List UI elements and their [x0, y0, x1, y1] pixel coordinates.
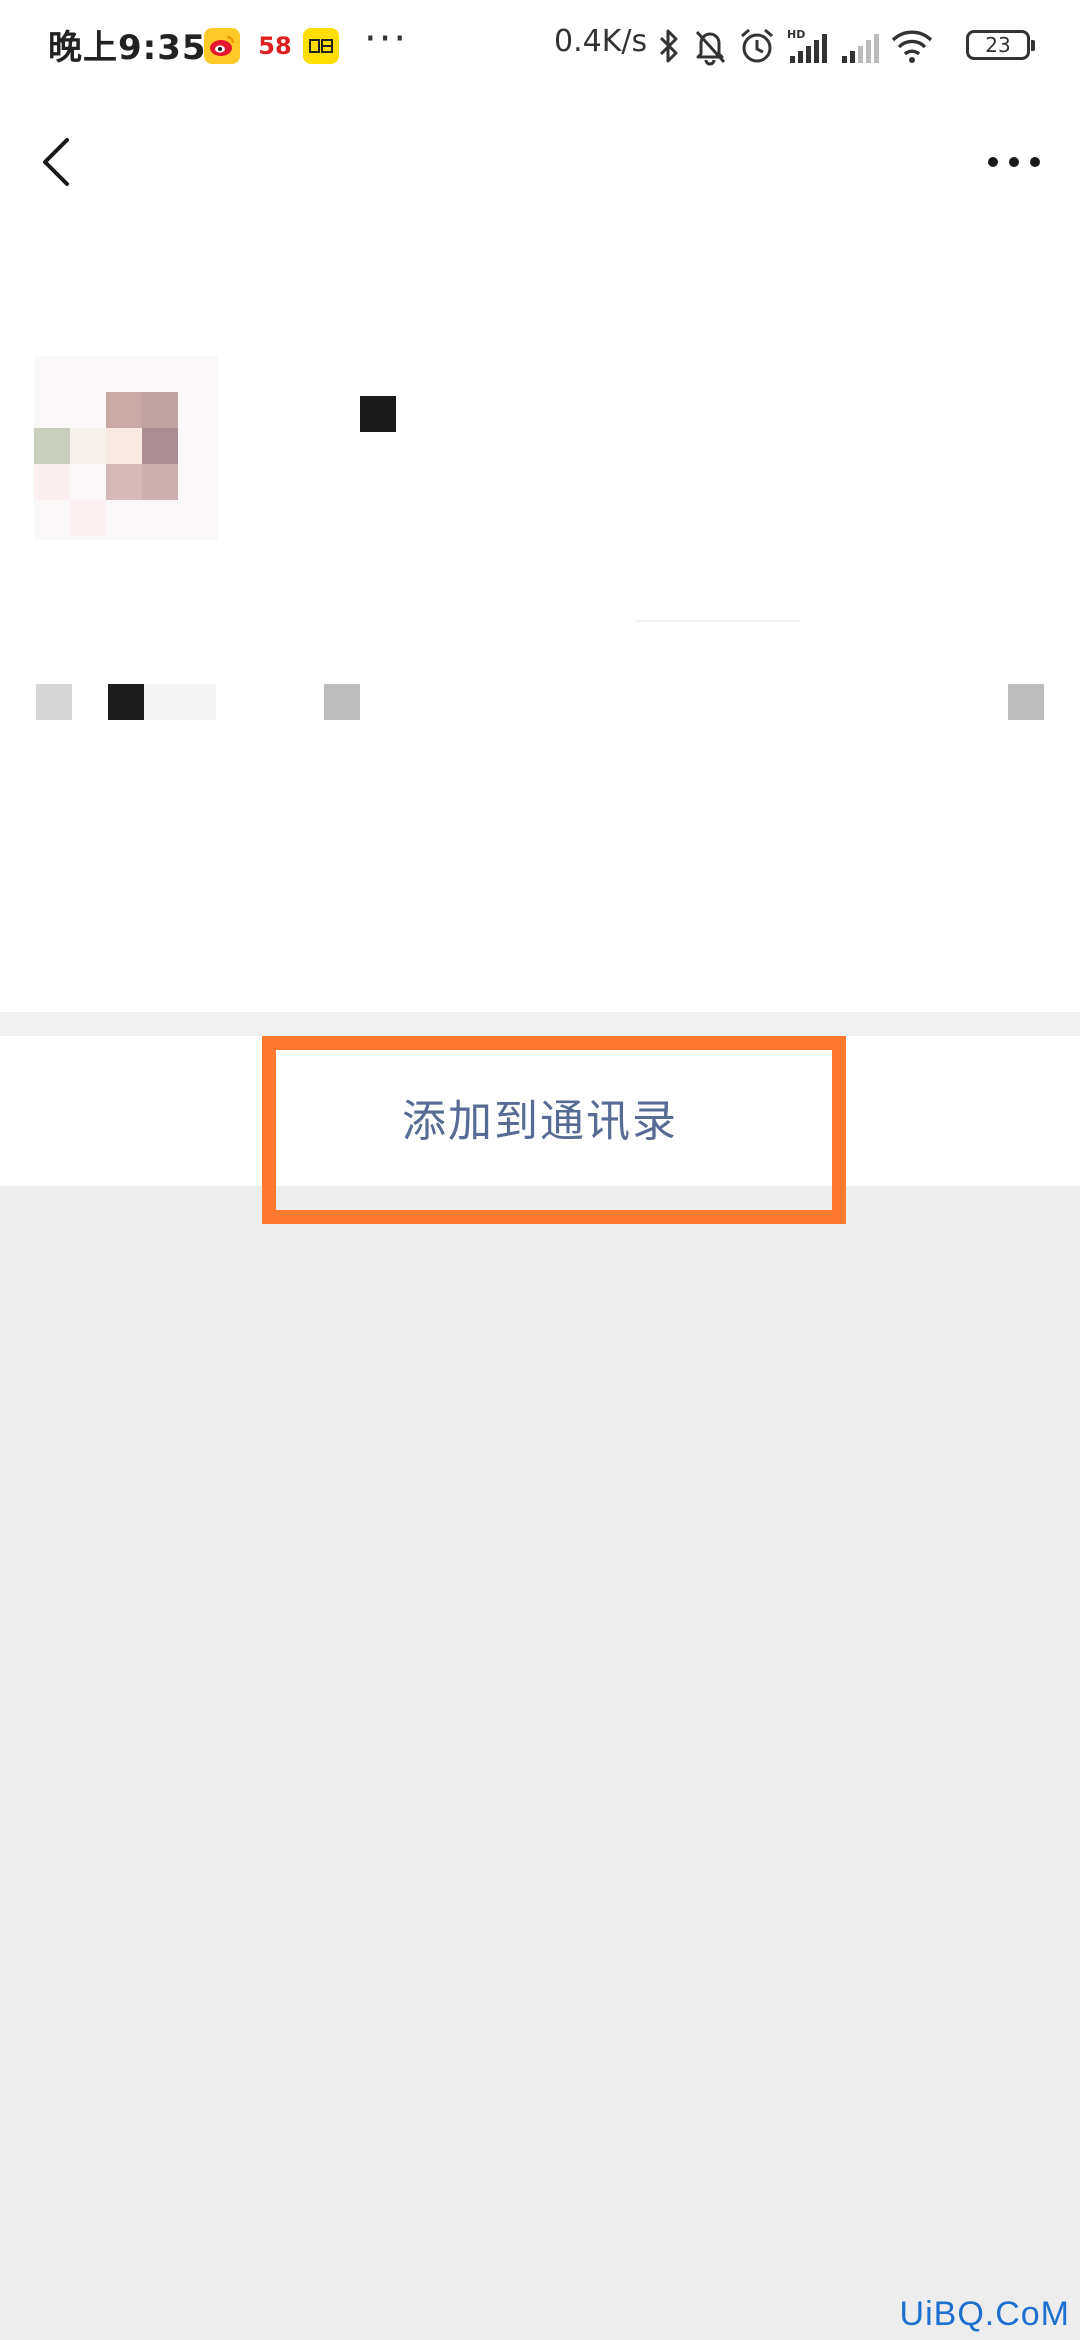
svg-text:HD: HD	[787, 28, 805, 41]
info-pixel	[1008, 684, 1044, 720]
avatar-pixel	[70, 428, 106, 464]
avatar-pixel	[34, 428, 70, 464]
app-58-icon: 58	[258, 32, 292, 60]
avatar-pixel	[106, 392, 142, 428]
avatar-pixel	[70, 500, 106, 536]
battery-level: 23	[985, 33, 1011, 57]
info-pixel	[324, 684, 360, 720]
weibo-icon	[204, 28, 240, 64]
avatar-pixel	[106, 464, 142, 500]
mute-bell-icon	[695, 30, 726, 66]
status-icons: HD	[656, 22, 944, 70]
alarm-icon	[741, 28, 773, 63]
info-pixel	[108, 684, 144, 720]
wifi-icon	[891, 30, 933, 63]
more-dots-icon	[988, 157, 1040, 167]
status-bar: 晚上9:35 58 ··· 0.4K/s HD 23	[0, 0, 1080, 92]
nav-bar	[0, 92, 1080, 232]
bluetooth-icon	[659, 29, 678, 63]
info-pixel	[36, 684, 72, 720]
add-to-contacts-label: 添加到通讯录	[402, 1096, 678, 1147]
avatar-pixel	[142, 428, 178, 464]
battery-icon: 23	[966, 30, 1035, 60]
name-mask	[360, 396, 396, 432]
yellow-app-icon	[303, 28, 339, 64]
avatar-pixel	[142, 464, 178, 500]
avatar-pixel	[106, 428, 142, 464]
section-divider	[0, 1012, 1080, 1036]
profile-card	[0, 232, 1080, 1012]
chevron-left-icon	[43, 138, 69, 186]
signal-icon	[842, 34, 879, 63]
info-pixel	[144, 684, 216, 720]
info-row	[0, 684, 1080, 720]
divider	[636, 620, 800, 622]
avatar[interactable]	[34, 356, 218, 540]
notification-more-icon: ···	[364, 16, 409, 62]
network-speed: 0.4K/s	[554, 24, 648, 59]
more-button[interactable]	[974, 122, 1054, 202]
signal-hd-icon: HD	[787, 28, 827, 63]
avatar-pixel	[34, 464, 70, 500]
watermark: UiBQ.CoM	[899, 2295, 1070, 2333]
back-button[interactable]	[26, 122, 86, 202]
status-time: 晚上9:35	[48, 28, 207, 68]
avatar-pixel	[142, 392, 178, 428]
add-to-contacts-button[interactable]: 添加到通讯录	[0, 1036, 1080, 1186]
